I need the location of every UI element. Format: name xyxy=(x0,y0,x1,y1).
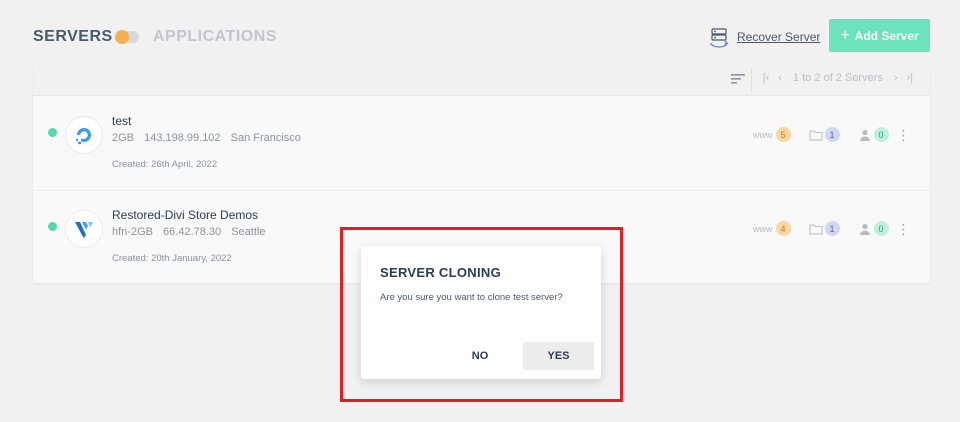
server-ip: 66.42.78.30 xyxy=(163,226,222,238)
prev-page-icon[interactable]: ‹ xyxy=(773,72,787,84)
server-size: hfn-2GB xyxy=(112,226,153,238)
recover-server-label[interactable]: Recover Server xyxy=(737,30,820,44)
server-size: 2GB xyxy=(112,132,135,144)
apps-count-badge[interactable]: 4 xyxy=(775,221,791,236)
more-options-icon[interactable]: ⋮ xyxy=(897,128,911,142)
www-label: www xyxy=(753,129,773,140)
server-created: Created: 20th January, 2022 xyxy=(112,253,232,264)
first-page-icon[interactable]: |‹ xyxy=(759,72,773,84)
server-meta: hfn-2GB 66.42.78.30 Seattle xyxy=(112,226,272,238)
pagination: |‹ ‹ 1 to 2 of 2 Servers › ›| xyxy=(759,72,917,84)
server-cloning-dialog: SERVER CLONING Are you sure you want to … xyxy=(361,246,601,379)
toggle-knob xyxy=(115,30,129,44)
server-name[interactable]: Restored-Divi Store Demos xyxy=(112,208,258,222)
servers-applications-toggle[interactable] xyxy=(115,30,139,44)
server-name[interactable]: test xyxy=(112,114,131,128)
server-stats: www 4 1 0 ⋮ xyxy=(753,221,911,236)
users-count-badge[interactable]: 0 xyxy=(873,221,889,236)
yes-button[interactable]: YES xyxy=(523,342,594,370)
servers-toolbar: |‹ ‹ 1 to 2 of 2 Servers › ›| xyxy=(33,63,930,96)
digitalocean-logo-icon xyxy=(65,116,103,154)
www-label: www xyxy=(753,223,773,234)
server-created: Created: 26th April, 2022 xyxy=(112,159,218,170)
files-count-badge[interactable]: 1 xyxy=(824,221,840,236)
dialog-title: SERVER CLONING xyxy=(380,265,501,280)
sort-icon[interactable] xyxy=(731,73,745,85)
pager-text: 1 to 2 of 2 Servers xyxy=(793,72,883,84)
server-row[interactable]: test 2GB 143.198.99.102 San Francisco Cr… xyxy=(33,97,930,191)
files-count-badge[interactable]: 1 xyxy=(824,127,840,142)
recover-server-icon xyxy=(710,28,729,48)
add-server-button[interactable]: + Add Server xyxy=(829,19,930,52)
page-header: SERVERS APPLICATIONS Recover Server + Ad… xyxy=(0,0,960,70)
server-location: Seattle xyxy=(231,226,266,238)
vultr-logo-icon xyxy=(65,210,103,248)
server-meta: 2GB 143.198.99.102 San Francisco xyxy=(112,132,308,144)
server-location: San Francisco xyxy=(230,132,301,144)
users-count-badge[interactable]: 0 xyxy=(873,127,889,142)
tab-servers[interactable]: SERVERS xyxy=(33,28,113,46)
folder-icon xyxy=(809,130,822,140)
toolbar-divider xyxy=(751,68,752,91)
add-server-label: Add Server xyxy=(854,28,919,43)
status-online-dot xyxy=(48,222,57,231)
server-stats: www 5 1 0 ⋮ xyxy=(753,127,911,142)
user-icon xyxy=(859,129,870,141)
user-icon xyxy=(859,223,870,235)
plus-icon: + xyxy=(840,26,850,44)
dialog-message: Are you sure you want to clone test serv… xyxy=(380,292,563,303)
no-button[interactable]: NO xyxy=(451,342,509,370)
last-page-icon[interactable]: ›| xyxy=(903,72,917,84)
status-online-dot xyxy=(48,128,57,137)
tab-applications[interactable]: APPLICATIONS xyxy=(153,28,277,46)
next-page-icon[interactable]: › xyxy=(889,72,903,84)
apps-count-badge[interactable]: 5 xyxy=(775,127,791,142)
folder-icon xyxy=(809,224,822,234)
more-options-icon[interactable]: ⋮ xyxy=(897,222,911,236)
recover-server-link[interactable]: Recover Server xyxy=(708,26,820,48)
server-ip: 143.198.99.102 xyxy=(144,132,221,144)
